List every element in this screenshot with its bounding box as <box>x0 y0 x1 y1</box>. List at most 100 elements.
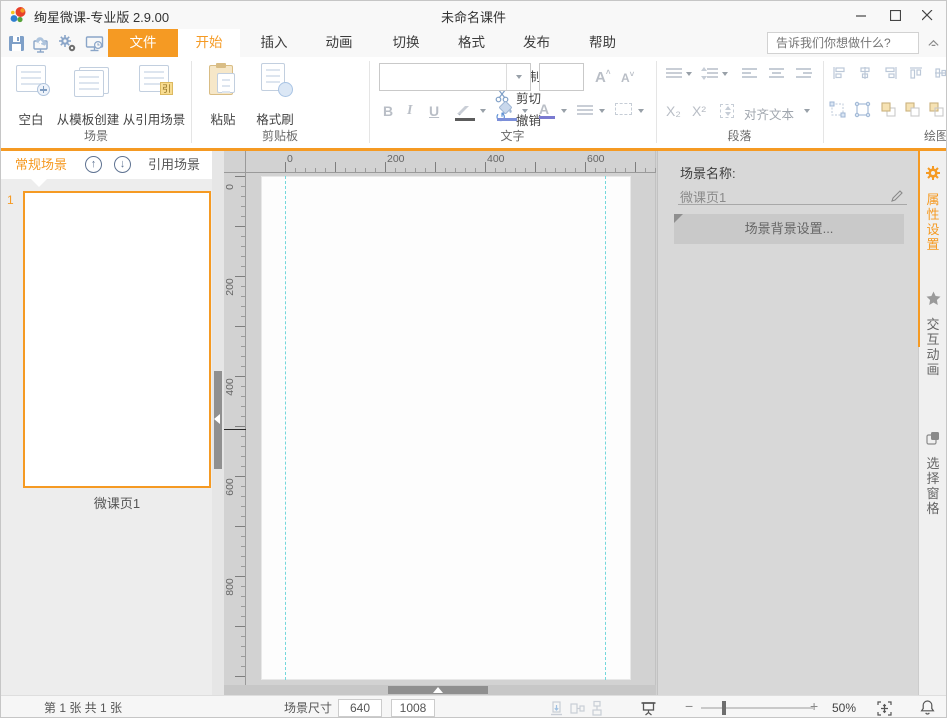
bring-to-front-icon[interactable] <box>928 101 945 118</box>
bottom-splitter[interactable] <box>224 685 656 695</box>
line-style-dropdown-icon[interactable] <box>599 109 605 113</box>
fit-to-window-icon[interactable] <box>876 700 893 717</box>
font-color-button[interactable]: A <box>539 101 555 119</box>
scene-width-input[interactable] <box>338 699 382 717</box>
preview-screen-icon[interactable] <box>85 34 104 53</box>
fill-color-button[interactable] <box>497 101 517 121</box>
tab-file[interactable]: 文件 <box>108 29 178 57</box>
font-family-dropdown-icon[interactable] <box>506 64 530 90</box>
tab-home[interactable]: 开始 <box>178 29 240 57</box>
subscript-button[interactable]: X₂ <box>666 103 681 119</box>
bullet-list-button[interactable] <box>666 67 682 80</box>
align-objects-left-icon[interactable] <box>831 65 847 81</box>
sidebar-item-selection[interactable]: 选择窗格 <box>918 431 946 516</box>
settings-gears-icon[interactable] <box>58 34 77 53</box>
text-group-label: 文字 <box>500 129 525 143</box>
align-right-button[interactable] <box>796 67 812 80</box>
collapse-bottom-icon[interactable] <box>433 687 443 693</box>
scene-height-input[interactable] <box>391 699 435 717</box>
move-scene-down-button[interactable]: ↓ <box>114 156 131 173</box>
fill-color-dropdown-icon[interactable] <box>522 109 528 113</box>
arrange-vertical-icon[interactable] <box>589 700 606 717</box>
scenes-panel-header: 常规场景 ↑ ↓ 引用场景 <box>1 151 212 187</box>
line-spacing-dropdown-icon[interactable] <box>722 72 728 76</box>
sidebar-item-properties[interactable]: 属性设置 <box>918 165 946 252</box>
new-blank-scene-button[interactable]: 空白 <box>7 61 55 127</box>
brush-badge-icon <box>278 82 293 97</box>
present-icon[interactable] <box>640 700 657 717</box>
tab-insert[interactable]: 插入 <box>242 29 306 57</box>
panel-splitter[interactable] <box>212 151 224 695</box>
tab-help[interactable]: 帮助 <box>570 29 635 57</box>
paste-button[interactable]: 粘贴 <box>201 61 245 127</box>
tab-publish[interactable]: 发布 <box>504 29 569 57</box>
highlight-dropdown-icon[interactable] <box>480 109 486 113</box>
tab-animation[interactable]: 动画 <box>307 29 371 57</box>
zoom-slider-track[interactable] <box>701 707 813 709</box>
font-color-dropdown-icon[interactable] <box>561 109 567 113</box>
from-reference-scene-button[interactable]: 引 从引用场景 <box>121 61 187 127</box>
slide-thumbnail[interactable] <box>23 191 211 488</box>
save-icon[interactable] <box>7 34 26 53</box>
blank-doc-icon <box>16 65 50 96</box>
scene-page[interactable] <box>261 176 631 680</box>
ribbon: 空白 从模板创建 引 从引用场景 场景 粘贴 格式刷 剪切 ↺ 撤销 剪贴板 A… <box>1 57 946 148</box>
align-objects-center-icon[interactable] <box>857 65 873 81</box>
border-style-button[interactable] <box>615 103 632 115</box>
grow-font-button[interactable]: A˄ <box>595 68 611 86</box>
line-spacing-button[interactable] <box>701 67 718 80</box>
superscript-button[interactable]: X² <box>692 103 706 119</box>
scene-name-label: 场景名称: <box>680 166 736 181</box>
collapse-panel-icon[interactable] <box>214 414 220 424</box>
font-size-combobox[interactable] <box>539 63 584 91</box>
edit-pencil-icon[interactable] <box>890 189 904 203</box>
align-center-button[interactable] <box>769 67 785 80</box>
from-template-button[interactable]: 从模板创建 <box>56 61 120 127</box>
zoom-slider-thumb[interactable] <box>722 701 726 715</box>
tab-normal-scenes[interactable]: 常规场景 <box>15 151 67 187</box>
tab-transition[interactable]: 切换 <box>373 29 439 57</box>
shrink-font-button[interactable]: A˅ <box>621 70 634 85</box>
align-text-button[interactable]: 对齐文本 <box>744 104 794 123</box>
send-backward-icon[interactable] <box>904 101 921 118</box>
font-family-combobox[interactable] <box>379 63 531 91</box>
arrange-horizontal-icon[interactable] <box>569 700 586 717</box>
line-style-button[interactable] <box>577 104 593 116</box>
zoom-in-button[interactable]: + <box>810 698 818 714</box>
text-direction-button[interactable] <box>720 104 734 118</box>
border-style-dropdown-icon[interactable] <box>638 109 644 113</box>
minimize-button[interactable] <box>846 1 876 29</box>
scene-background-button[interactable]: 场景背景设置... <box>674 214 904 244</box>
vertical-ruler: 0 200 400 600 800 <box>224 173 246 685</box>
align-left-button[interactable] <box>742 67 758 80</box>
collapse-ribbon-icon[interactable] <box>926 36 941 51</box>
cloud-upload-icon[interactable] <box>31 34 50 53</box>
drawing-group-label: 绘图 <box>923 129 947 143</box>
move-scene-up-button[interactable]: ↑ <box>85 156 102 173</box>
star-icon <box>926 291 940 305</box>
search-input[interactable] <box>768 33 918 53</box>
paste-paper-icon <box>217 73 235 93</box>
transform-object-icon[interactable] <box>854 101 871 118</box>
highlight-color-button[interactable] <box>455 103 475 121</box>
underline-button[interactable]: U <box>429 103 439 119</box>
tab-format[interactable]: 格式 <box>439 29 504 57</box>
zoom-out-button[interactable]: − <box>685 698 693 714</box>
align-objects-top-icon[interactable] <box>908 65 924 81</box>
tell-me-search[interactable] <box>767 32 919 54</box>
close-button[interactable] <box>912 1 942 29</box>
group-objects-icon[interactable] <box>829 101 846 118</box>
bring-forward-icon[interactable] <box>880 101 897 118</box>
bullet-dropdown-icon[interactable] <box>686 72 692 76</box>
tab-reference-scenes[interactable]: 引用场景 <box>148 151 200 179</box>
maximize-button[interactable] <box>880 1 910 29</box>
align-objects-middle-icon[interactable] <box>933 65 947 81</box>
format-painter-button[interactable]: 格式刷 <box>249 61 301 127</box>
bold-button[interactable]: B <box>383 103 393 119</box>
notification-bell-icon[interactable] <box>919 699 936 716</box>
align-text-dropdown-icon[interactable] <box>804 109 810 113</box>
align-objects-right-icon[interactable] <box>883 65 899 81</box>
sidebar-item-interaction[interactable]: 交互动画 <box>918 291 946 377</box>
snap-bottom-icon[interactable] <box>549 700 566 717</box>
italic-button[interactable]: I <box>407 103 412 119</box>
